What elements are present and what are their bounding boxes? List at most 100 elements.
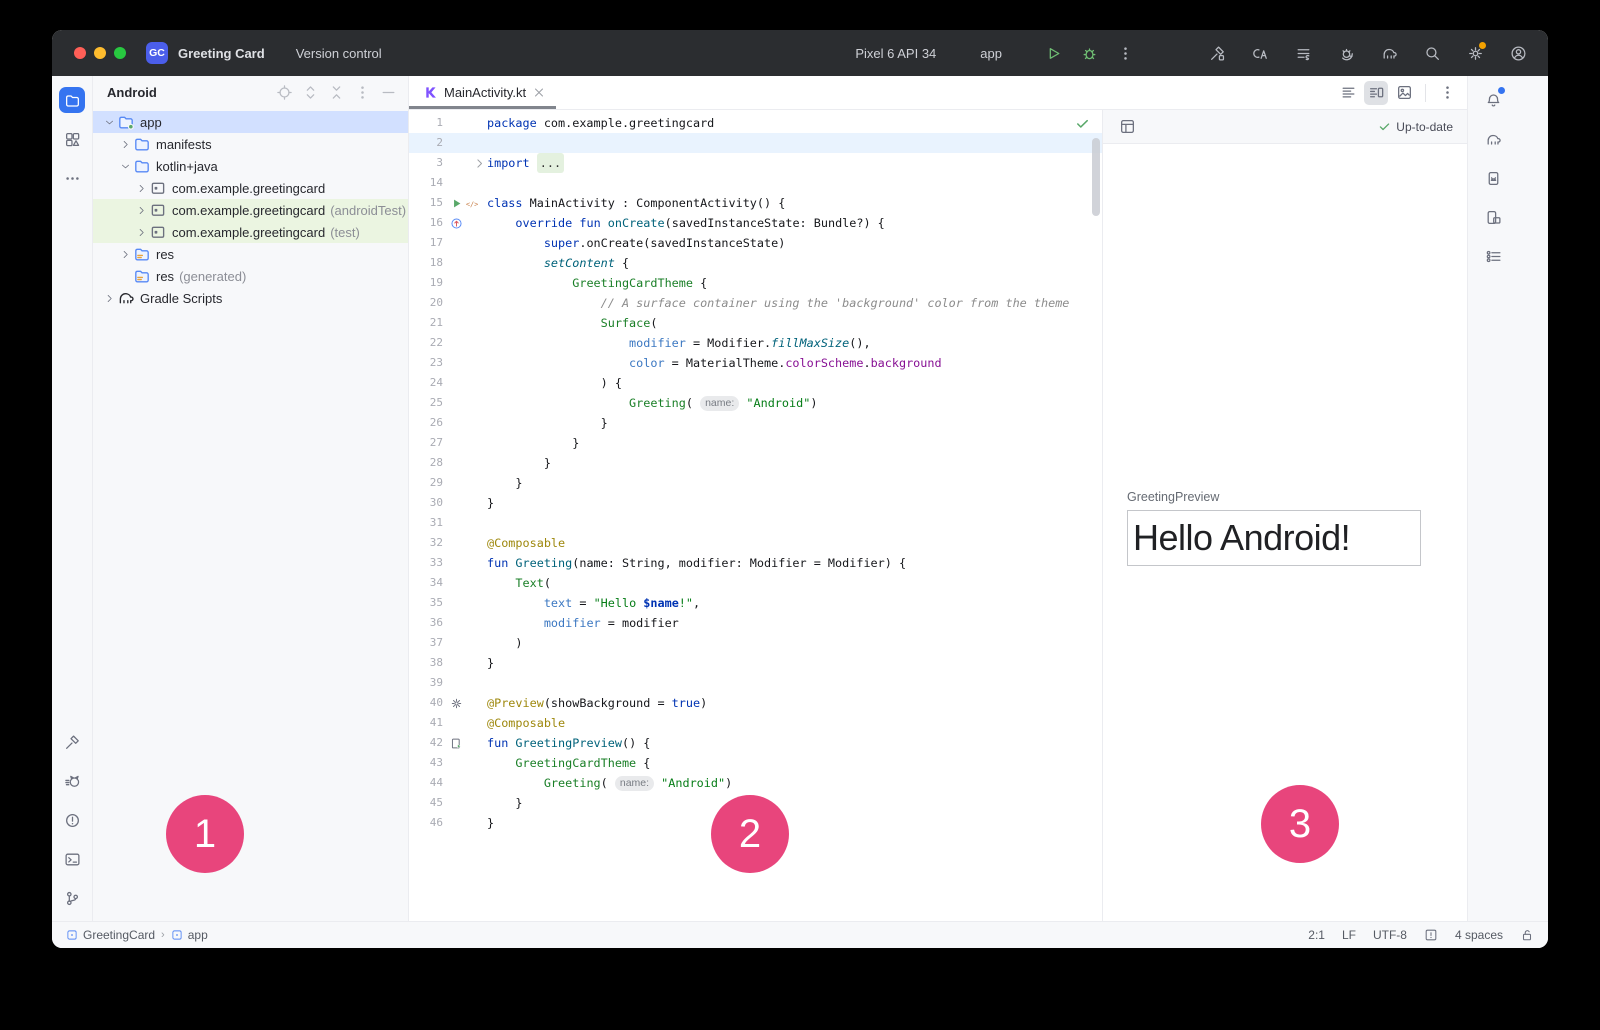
gutter bbox=[443, 453, 487, 473]
tree-item-gradle-scripts[interactable]: Gradle Scripts bbox=[93, 287, 408, 309]
device-selector[interactable]: Pixel 6 API 34 bbox=[850, 46, 941, 61]
tree-item-kotlin-java[interactable]: kotlin+java bbox=[93, 155, 408, 177]
project-icon[interactable] bbox=[59, 87, 85, 113]
editor-highlight-icon[interactable] bbox=[1424, 928, 1438, 942]
close-window-button[interactable] bbox=[74, 47, 86, 59]
code-text: @Composable bbox=[487, 533, 1102, 553]
version-control-icon[interactable] bbox=[59, 885, 85, 911]
preview-run-icon[interactable] bbox=[450, 737, 463, 750]
file-encoding[interactable]: UTF-8 bbox=[1373, 928, 1407, 942]
code-text: ) { bbox=[487, 373, 1102, 393]
chevron-right-icon[interactable] bbox=[117, 136, 133, 152]
project-view-title: Android bbox=[107, 85, 157, 100]
gutter bbox=[443, 333, 487, 353]
tree-item-manifests[interactable]: manifests bbox=[93, 133, 408, 155]
override-icon[interactable] bbox=[450, 217, 463, 230]
task-list-icon[interactable] bbox=[1291, 41, 1315, 65]
chevron-down-icon[interactable] bbox=[101, 114, 117, 130]
structure-icon[interactable] bbox=[1480, 243, 1506, 269]
chevron-right-icon[interactable] bbox=[117, 246, 133, 262]
play-icon[interactable] bbox=[1041, 41, 1065, 65]
close-tab-icon[interactable] bbox=[532, 86, 546, 100]
tree-item-res[interactable]: res (generated) bbox=[93, 265, 408, 287]
code-tag-icon[interactable]: </> bbox=[465, 197, 478, 210]
project-view-selector[interactable]: Android bbox=[107, 85, 161, 100]
split-view-icon[interactable] bbox=[1364, 81, 1388, 105]
run-configuration-selector[interactable]: app bbox=[975, 46, 1007, 61]
editor-tab-bar: MainActivity.kt bbox=[409, 76, 1467, 110]
gutter bbox=[443, 613, 487, 633]
version-control-label: Version control bbox=[296, 46, 382, 61]
more-options-icon[interactable] bbox=[1113, 41, 1137, 65]
indent-size[interactable]: 4 spaces bbox=[1455, 928, 1503, 942]
code-assist-icon[interactable] bbox=[1248, 41, 1272, 65]
device-manager-icon[interactable] bbox=[1480, 165, 1506, 191]
code-view-icon[interactable] bbox=[1336, 81, 1360, 105]
profiler-icon[interactable] bbox=[1334, 41, 1358, 65]
tree-item-label: res bbox=[156, 269, 174, 284]
code-line-41: 41@Composable bbox=[409, 713, 1102, 733]
version-control-menu[interactable]: Version control bbox=[296, 46, 387, 61]
line-number: 34 bbox=[409, 573, 443, 593]
resource-manager-icon[interactable] bbox=[59, 126, 85, 152]
build-icon[interactable] bbox=[1205, 41, 1229, 65]
hide-panel-icon[interactable] bbox=[376, 81, 400, 105]
gradle-icon[interactable] bbox=[1480, 126, 1506, 152]
line-number: 42 bbox=[409, 733, 443, 753]
settings-icon[interactable] bbox=[1463, 41, 1487, 65]
gutter bbox=[443, 773, 487, 793]
locate-file-icon[interactable] bbox=[272, 81, 296, 105]
zoom-window-button[interactable] bbox=[114, 47, 126, 59]
caret-position[interactable]: 2:1 bbox=[1308, 928, 1325, 942]
expand-all-icon[interactable] bbox=[298, 81, 322, 105]
gradle-sync-icon[interactable] bbox=[1377, 41, 1401, 65]
readonly-toggle[interactable] bbox=[1520, 928, 1534, 942]
running-devices-icon[interactable] bbox=[1480, 204, 1506, 230]
minimize-window-button[interactable] bbox=[94, 47, 106, 59]
preview-frame[interactable]: Hello Android! bbox=[1127, 510, 1421, 566]
design-view-icon[interactable] bbox=[1392, 81, 1416, 105]
chevron-right-icon[interactable] bbox=[133, 202, 149, 218]
run-icon[interactable] bbox=[450, 197, 463, 210]
gutter bbox=[443, 493, 487, 513]
code-text: @Preview(showBackground = true) bbox=[487, 693, 1102, 713]
build-tool-icon[interactable] bbox=[59, 729, 85, 755]
more-options-icon[interactable] bbox=[350, 81, 374, 105]
preview-status[interactable]: Up-to-date bbox=[1378, 120, 1453, 134]
tab-mainactivity[interactable]: MainActivity.kt bbox=[409, 76, 556, 109]
tree-item-app[interactable]: app bbox=[93, 111, 408, 133]
code-line-40: 40@Preview(showBackground = true) bbox=[409, 693, 1102, 713]
fold-icon[interactable] bbox=[473, 157, 486, 170]
editor-scrollbar[interactable] bbox=[1092, 138, 1100, 216]
breadcrumb-item-greetingcard[interactable]: GreetingCard bbox=[66, 928, 155, 942]
preview-grid-icon[interactable] bbox=[1115, 115, 1139, 139]
debug-icon[interactable] bbox=[1077, 41, 1101, 65]
tree-item-com-example-greetingcard[interactable]: com.example.greetingcard bbox=[93, 177, 408, 199]
breadcrumb-item-app[interactable]: app bbox=[171, 928, 208, 942]
more-tool-windows-icon[interactable] bbox=[59, 165, 85, 191]
chevron-down-icon[interactable] bbox=[117, 158, 133, 174]
project-panel-header: Android bbox=[93, 76, 408, 109]
account-icon[interactable] bbox=[1506, 41, 1530, 65]
tree-item-label: app bbox=[140, 115, 162, 130]
chevron-right-icon[interactable] bbox=[101, 290, 117, 306]
gear-icon[interactable] bbox=[450, 697, 463, 710]
editor-more-options-icon[interactable] bbox=[1435, 81, 1459, 105]
inspections-ok-icon[interactable] bbox=[1075, 116, 1090, 131]
terminal-icon[interactable] bbox=[59, 846, 85, 872]
line-separator[interactable]: LF bbox=[1342, 928, 1356, 942]
preview-composable-label[interactable]: GreetingPreview bbox=[1127, 490, 1219, 504]
search-icon[interactable] bbox=[1420, 41, 1444, 65]
collapse-all-icon[interactable] bbox=[324, 81, 348, 105]
tree-item-suffix: (generated) bbox=[179, 269, 246, 284]
code-line-15: 15</>class MainActivity : ComponentActiv… bbox=[409, 193, 1102, 213]
problems-icon[interactable] bbox=[59, 807, 85, 833]
tree-item-com-example-greetingcard[interactable]: com.example.greetingcard(test) bbox=[93, 221, 408, 243]
chevron-right-icon[interactable] bbox=[133, 180, 149, 196]
chevron-right-icon[interactable] bbox=[133, 224, 149, 240]
tree-item-com-example-greetingcard[interactable]: com.example.greetingcard(androidTest) bbox=[93, 199, 408, 221]
notifications-icon[interactable] bbox=[1480, 87, 1506, 113]
project-selector[interactable]: Greeting Card bbox=[178, 46, 270, 61]
logcat-icon[interactable] bbox=[59, 768, 85, 794]
tree-item-res[interactable]: res bbox=[93, 243, 408, 265]
